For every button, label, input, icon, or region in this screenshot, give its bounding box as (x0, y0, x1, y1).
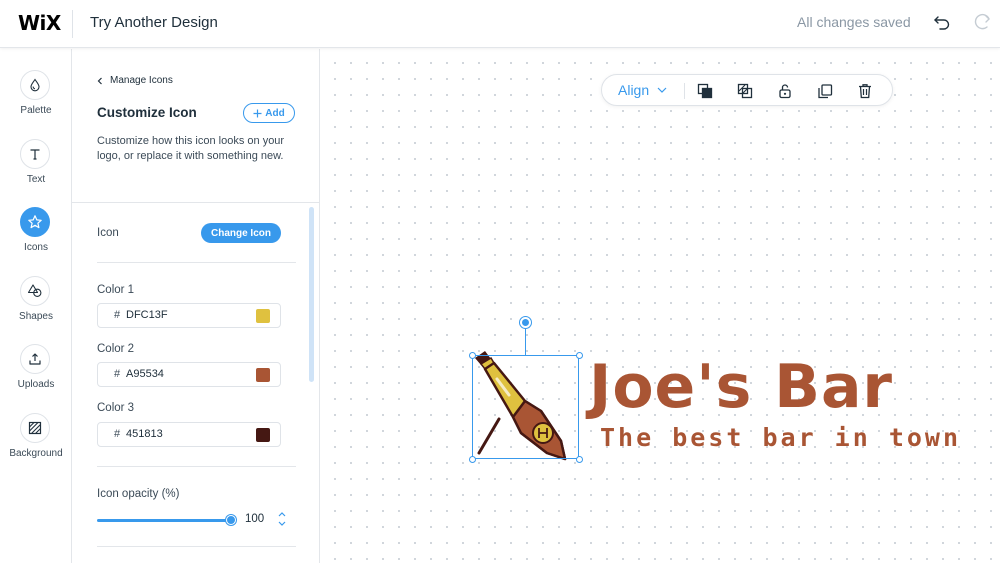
chevron-down-icon (657, 87, 667, 93)
rotate-handle[interactable] (520, 317, 531, 328)
rail-label-icons: Icons (24, 242, 48, 253)
divider (97, 466, 296, 467)
rail-circle (20, 207, 50, 237)
align-dropdown[interactable]: Align (618, 82, 667, 98)
plus-icon (253, 109, 262, 117)
add-button[interactable]: Add (243, 103, 295, 123)
rail-item-shapes[interactable]: Shapes (0, 276, 72, 336)
background-icon (28, 421, 42, 435)
upload-icon (29, 353, 41, 365)
customize-icon-panel: Manage Icons Customize Icon Add Customiz… (72, 49, 320, 563)
rail-label-background: Background (9, 448, 63, 459)
back-link[interactable]: Manage Icons (96, 75, 173, 86)
rail-item-text[interactable]: Text (0, 139, 72, 199)
logo-brand-name[interactable]: Joe's Bar (589, 352, 893, 422)
rail-circle (20, 139, 50, 169)
color-1-field[interactable]: # DFC13F (97, 303, 281, 328)
rail-circle (20, 413, 50, 443)
palette-icon (30, 78, 40, 92)
shapes-icon (27, 284, 42, 297)
resize-handle[interactable] (576, 352, 583, 359)
rotate-line (525, 327, 526, 355)
resize-handle[interactable] (469, 456, 476, 463)
redo-icon[interactable] (972, 12, 992, 32)
color-2-label: Color 2 (97, 343, 135, 355)
bring-forward-icon[interactable] (696, 82, 714, 100)
color-3-label: Color 3 (97, 402, 135, 414)
color-1-hex: DFC13F (126, 309, 168, 321)
rail-item-uploads[interactable]: Uploads (0, 344, 72, 404)
color-3-hex: 451813 (126, 428, 163, 440)
undo-icon[interactable] (932, 12, 952, 32)
logo-tagline[interactable]: The best bar in town (600, 423, 961, 452)
rail-circle (20, 344, 50, 374)
opacity-slider-thumb[interactable] (226, 515, 236, 525)
color-2-field[interactable]: # A95534 (97, 362, 281, 387)
color-2-swatch[interactable] (256, 368, 270, 382)
hash-symbol: # (114, 309, 121, 321)
color-2-hex: A95534 (126, 368, 164, 380)
opacity-label: Icon opacity (%) (97, 488, 180, 500)
change-icon-button[interactable]: Change Icon (201, 223, 281, 243)
add-button-label: Add (265, 107, 285, 119)
selection-box[interactable] (472, 355, 579, 459)
hash-symbol: # (114, 428, 121, 440)
rail-label-shapes: Shapes (19, 311, 53, 322)
icon-label: Icon (97, 227, 119, 239)
opacity-stepper[interactable] (276, 509, 288, 529)
divider (97, 546, 296, 547)
panel-scrollbar[interactable] (309, 207, 314, 382)
align-label: Align (618, 82, 650, 98)
rail-circle (20, 276, 50, 306)
rail-circle (20, 70, 50, 100)
star-icon (28, 215, 42, 229)
rail-label-palette: Palette (20, 105, 52, 116)
color-3-swatch[interactable] (256, 428, 270, 442)
rail-item-icons[interactable]: Icons (0, 207, 72, 267)
opacity-slider-track[interactable] (97, 519, 231, 522)
rail-label-uploads: Uploads (17, 379, 55, 390)
design-title: Try Another Design (90, 14, 218, 31)
panel-description: Customize how this icon looks on your lo… (97, 135, 285, 162)
resize-handle[interactable] (576, 456, 583, 463)
left-rail: Palette Text Icons Shapes Uploads Backgr… (0, 49, 72, 563)
color-1-swatch[interactable] (256, 309, 270, 323)
back-link-label: Manage Icons (110, 75, 173, 86)
design-canvas[interactable]: Align Joe's Bar The best bar in town (321, 49, 1000, 563)
opacity-value[interactable]: 100 (245, 513, 264, 525)
delete-icon[interactable] (856, 82, 874, 100)
color-3-field[interactable]: # 451813 (97, 422, 281, 447)
panel-title: Customize Icon (97, 105, 197, 120)
save-status: All changes saved (797, 14, 911, 30)
divider (72, 202, 319, 203)
rail-item-palette[interactable]: Palette (0, 70, 72, 130)
top-divider (72, 10, 73, 38)
color-1-label: Color 1 (97, 284, 135, 296)
toolbar-divider (684, 83, 685, 99)
divider (97, 262, 296, 263)
floating-toolbar: Align (601, 74, 893, 106)
send-backward-icon[interactable] (736, 82, 754, 100)
resize-handle[interactable] (469, 352, 476, 359)
rail-item-background[interactable]: Background (0, 413, 72, 473)
duplicate-icon[interactable] (816, 82, 834, 100)
wix-logo[interactable]: WiX (18, 11, 61, 35)
text-icon (30, 149, 40, 160)
chevron-left-icon (97, 77, 102, 84)
hash-symbol: # (114, 368, 121, 380)
chevron-down-icon (278, 521, 286, 526)
unlock-icon[interactable] (776, 82, 794, 100)
chevron-up-icon (278, 512, 286, 517)
rail-label-text: Text (26, 174, 46, 185)
top-bar: WiX Try Another Design All changes saved (0, 0, 1000, 48)
